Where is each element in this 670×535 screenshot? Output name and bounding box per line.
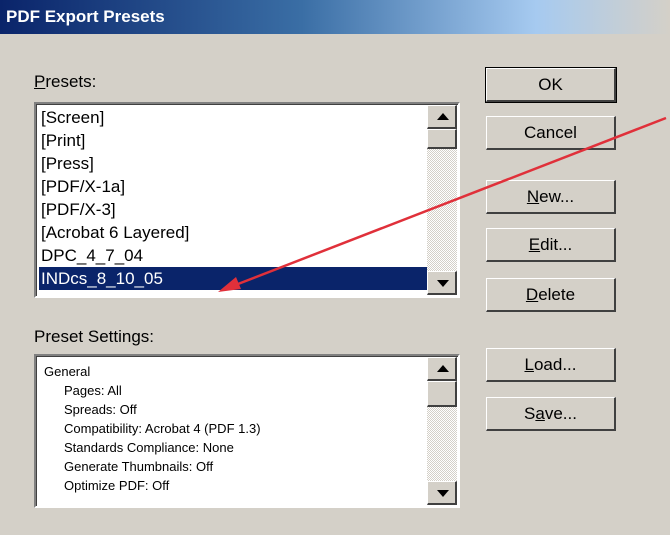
preset-item-indcs-selected[interactable]: INDcs_8_10_05 xyxy=(39,267,427,290)
window-title: PDF Export Presets xyxy=(6,7,165,26)
settings-scroll-up-button[interactable] xyxy=(427,357,457,381)
preset-item-print[interactable]: [Print] xyxy=(39,129,427,152)
preset-settings-box[interactable]: General Pages: All Spreads: Off Compatib… xyxy=(34,354,460,508)
presets-scroll-thumb[interactable] xyxy=(427,129,457,149)
presets-items: [Screen] [Print] [Press] [PDF/X-1a] [PDF… xyxy=(39,106,427,290)
settings-row-spreads: Spreads: Off xyxy=(64,402,137,417)
load-button[interactable]: Load... xyxy=(486,348,616,382)
preset-item-acrobat6-layered[interactable]: [Acrobat 6 Layered] xyxy=(39,221,427,244)
presets-listbox[interactable]: [Screen] [Print] [Press] [PDF/X-1a] [PDF… xyxy=(34,102,460,298)
arrow-down-icon xyxy=(437,490,449,497)
delete-button[interactable]: Delete xyxy=(486,278,616,312)
settings-row-pages: Pages: All xyxy=(64,383,122,398)
settings-row-compatibility: Compatibility: Acrobat 4 (PDF 1.3) xyxy=(64,421,261,436)
preset-item-press[interactable]: [Press] xyxy=(39,152,427,175)
new-button[interactable]: New... xyxy=(486,180,616,214)
title-bar[interactable]: PDF Export Presets xyxy=(0,0,670,34)
presets-scroll-up-button[interactable] xyxy=(427,105,457,129)
settings-scrollbar[interactable] xyxy=(427,357,457,505)
presets-scrollbar[interactable] xyxy=(427,105,457,295)
settings-row-standards: Standards Compliance: None xyxy=(64,440,234,455)
cancel-button[interactable]: Cancel xyxy=(486,116,616,150)
settings-row-thumbnails: Generate Thumbnails: Off xyxy=(64,459,214,474)
preset-item-pdfx3[interactable]: [PDF/X-3] xyxy=(39,198,427,221)
ok-button[interactable]: OK xyxy=(485,67,617,103)
edit-button[interactable]: Edit... xyxy=(486,228,616,262)
settings-row-optimize: Optimize PDF: Off xyxy=(64,478,170,493)
settings-scroll-thumb[interactable] xyxy=(427,381,457,407)
arrow-up-icon xyxy=(437,365,449,372)
save-button[interactable]: Save... xyxy=(486,397,616,431)
presets-scroll-down-button[interactable] xyxy=(427,271,457,295)
pdf-export-presets-dialog: PDF Export Presets Presets: [Screen] [Pr… xyxy=(0,0,670,535)
settings-scroll-down-button[interactable] xyxy=(427,481,457,505)
presets-label: Presets: xyxy=(34,72,97,91)
settings-row-general: General xyxy=(44,364,91,379)
arrow-up-icon xyxy=(437,113,449,120)
preset-settings-label: Preset Settings: xyxy=(34,327,155,346)
settings-items: General Pages: All Spreads: Off Compatib… xyxy=(44,362,424,495)
preset-item-dpc[interactable]: DPC_4_7_04 xyxy=(39,244,427,267)
preset-item-pdfx1a[interactable]: [PDF/X-1a] xyxy=(39,175,427,198)
arrow-down-icon xyxy=(437,280,449,287)
preset-item-screen[interactable]: [Screen] xyxy=(39,106,427,129)
